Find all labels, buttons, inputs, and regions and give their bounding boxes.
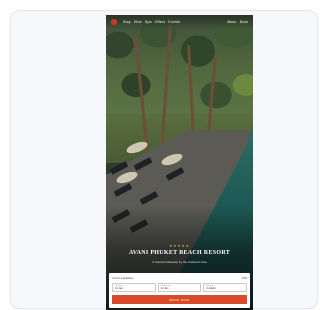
menu-link[interactable]: Menu — [227, 20, 236, 24]
hotel-subtitle: A tropical hideaway by the Andaman Sea — [152, 260, 207, 264]
nav-actions: Menu Book — [227, 20, 248, 24]
booking-heading: Check availability — [112, 276, 134, 280]
currency-selector[interactable]: THB — [241, 276, 247, 280]
hero-text: ★★★★★ AVANI PHUKET BEACH RESORT A tropic… — [106, 244, 253, 264]
nav-item[interactable]: Offers — [155, 20, 166, 24]
guests-field[interactable]: Guests 2 Adults — [203, 283, 248, 292]
mobile-screenshot: Stay Dine Spa Offers Events Menu Book ★★… — [106, 15, 253, 310]
preview-card: Stay Dine Spa Offers Events Menu Book ★★… — [10, 10, 318, 310]
nav-item[interactable]: Dine — [134, 20, 142, 24]
logo-icon[interactable] — [111, 19, 117, 25]
hotel-title: AVANI PHUKET BEACH RESORT — [128, 250, 231, 256]
field-value: 2 Adults — [206, 287, 216, 290]
booking-widget: Check availability THB Check in 12 Jan C… — [109, 273, 250, 308]
booking-fields: Check in 12 Jan Check out 14 Jan Guests … — [112, 283, 248, 292]
nav-item[interactable]: Spa — [145, 20, 152, 24]
nav-item[interactable]: Events — [168, 20, 180, 24]
check-in-field[interactable]: Check in 12 Jan — [112, 283, 156, 292]
field-value: 12 Jan — [115, 287, 123, 290]
tree-canopy — [106, 15, 253, 145]
book-link[interactable]: Book — [240, 20, 248, 24]
book-now-button[interactable]: BOOK NOW — [112, 295, 247, 304]
hero-image — [106, 15, 253, 310]
nav-links: Stay Dine Spa Offers Events — [123, 20, 180, 24]
star-rating: ★★★★★ — [169, 244, 190, 248]
top-navigation: Stay Dine Spa Offers Events Menu Book — [106, 15, 253, 29]
booking-header: Check availability THB — [112, 276, 247, 280]
nav-item[interactable]: Stay — [123, 20, 131, 24]
field-value: 14 Jan — [160, 287, 169, 290]
check-out-field[interactable]: Check out 14 Jan — [157, 283, 202, 292]
